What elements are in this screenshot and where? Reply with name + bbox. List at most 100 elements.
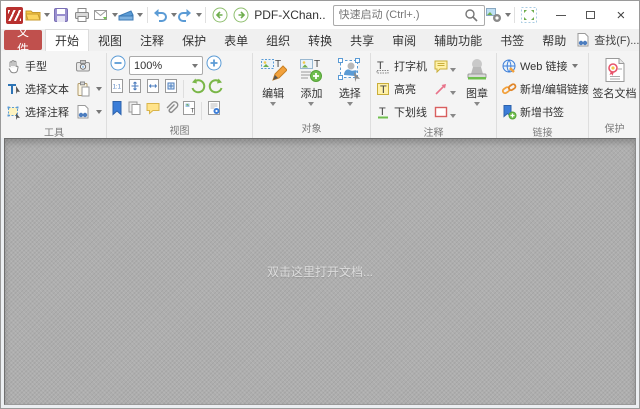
- zoom-level-combobox[interactable]: 100%: [129, 56, 203, 75]
- redo-button[interactable]: [177, 4, 202, 26]
- ribbon-tab-bar: 文件 开始 视图 注释 保护 表单 组织 转换 共享 审阅 辅助功能 书签 帮助…: [1, 29, 639, 51]
- add-bookmark-button[interactable]: 新增书签: [499, 100, 586, 123]
- print-button[interactable]: [72, 4, 92, 26]
- sign-document-icon: [601, 56, 629, 84]
- rotate-cw-button[interactable]: [208, 77, 226, 100]
- edit-object-button[interactable]: T 编辑: [255, 54, 291, 106]
- hand-tool-button[interactable]: 手型: [4, 54, 73, 77]
- tab-view[interactable]: 视图: [89, 29, 131, 51]
- camera-icon: [75, 58, 91, 74]
- group-view: 100% 1:1 T: [106, 53, 252, 138]
- maximize-button[interactable]: [576, 1, 606, 29]
- add-bookmark-icon: [501, 104, 517, 120]
- rotate-ccw-button[interactable]: [188, 77, 206, 100]
- stamp-button[interactable]: 图章: [460, 54, 494, 123]
- arrow-annot-icon: [433, 81, 449, 97]
- sticky-note-button[interactable]: [431, 54, 458, 77]
- highlight-icon: T: [375, 81, 391, 97]
- fit-width-button[interactable]: [145, 78, 161, 99]
- tab-comment[interactable]: 注释: [131, 29, 173, 51]
- select-object-icon: [336, 56, 364, 84]
- select-text-button[interactable]: 选择文本: [4, 77, 73, 100]
- thumbnails-pane-button[interactable]: [127, 100, 143, 121]
- bookmark-pane-icon: [109, 100, 125, 116]
- underline-label: 下划线: [394, 104, 427, 120]
- comment-bubble-icon: [145, 100, 161, 116]
- tab-accessibility[interactable]: 辅助功能: [425, 29, 491, 51]
- zoom-level-value: 100%: [134, 60, 162, 72]
- redo-icon: [176, 6, 194, 24]
- rect-annot-button[interactable]: [431, 100, 458, 123]
- highlight-button[interactable]: T 高亮: [373, 77, 429, 100]
- customize-ui-button[interactable]: [486, 4, 511, 26]
- tab-help[interactable]: 帮助: [533, 29, 575, 51]
- select-object-button[interactable]: 选择: [332, 54, 368, 106]
- close-button[interactable]: ×: [606, 1, 636, 29]
- email-button[interactable]: [93, 4, 118, 26]
- svg-text:T: T: [380, 84, 387, 96]
- tab-share[interactable]: 共享: [341, 29, 383, 51]
- group-label-tools: 工具: [4, 123, 104, 138]
- globe-icon: [501, 58, 517, 74]
- mail-icon: [92, 6, 110, 24]
- actual-size-button[interactable]: 1:1: [109, 78, 125, 99]
- sign-document-button[interactable]: 签名文档: [591, 54, 638, 101]
- rect-annot-icon: [433, 104, 449, 120]
- snapshot-button[interactable]: [73, 54, 104, 77]
- app-window: PDF-XChan.. × 文件 开始 视图 注释 保护 表单 组织 转换 共享…: [0, 0, 640, 409]
- note-icon: [433, 58, 449, 74]
- tab-home[interactable]: 开始: [45, 29, 89, 51]
- tab-file[interactable]: 文件: [4, 30, 42, 50]
- tab-form[interactable]: 表单: [215, 29, 257, 51]
- bookmarks-pane-button[interactable]: [109, 100, 125, 121]
- tab-review[interactable]: 审阅: [383, 29, 425, 51]
- highlight-label: 高亮: [394, 81, 416, 97]
- find-button[interactable]: 查找(F)...: [575, 32, 639, 48]
- find-tool-button[interactable]: [73, 100, 104, 123]
- web-link-label: Web 链接: [520, 58, 567, 74]
- go-back-button[interactable]: [210, 4, 230, 26]
- quick-launch-box[interactable]: [333, 5, 485, 26]
- content-pane-button[interactable]: T: [181, 100, 197, 121]
- web-link-button[interactable]: Web 链接: [499, 54, 586, 77]
- scan-button[interactable]: [118, 4, 143, 26]
- fit-page-button[interactable]: [127, 78, 143, 99]
- fit-visible-button[interactable]: [163, 78, 179, 99]
- paste-button[interactable]: [73, 77, 104, 100]
- comments-pane-button[interactable]: [145, 100, 161, 121]
- select-comments-button[interactable]: 选择注释: [4, 100, 73, 123]
- fullscreen-icon: [520, 6, 538, 24]
- tab-protect[interactable]: 保护: [173, 29, 215, 51]
- app-logo-icon: [4, 4, 24, 26]
- underline-button[interactable]: T 下划线: [373, 100, 429, 123]
- undo-button[interactable]: [151, 4, 176, 26]
- group-link: Web 链接 新增/编辑链接 新增书签 链接: [496, 53, 588, 138]
- chain-link-icon: [501, 81, 517, 97]
- rotate-ccw-icon: [188, 77, 206, 95]
- fullscreen-button[interactable]: [519, 4, 539, 26]
- open-folder-icon: [24, 6, 42, 24]
- edit-object-icon: T: [259, 56, 287, 84]
- svg-text:T: T: [191, 108, 195, 115]
- go-forward-button[interactable]: [231, 4, 251, 26]
- attachments-pane-button[interactable]: [163, 100, 179, 121]
- minimize-button[interactable]: [546, 1, 576, 29]
- divider: [205, 7, 206, 23]
- tab-convert[interactable]: 转换: [299, 29, 341, 51]
- add-edit-link-button[interactable]: 新增/编辑链接: [499, 77, 586, 100]
- quick-launch-input[interactable]: [339, 9, 463, 21]
- tab-organize[interactable]: 组织: [257, 29, 299, 51]
- arrow-annot-button[interactable]: [431, 77, 458, 100]
- hand-icon: [6, 58, 22, 74]
- zoom-out-button[interactable]: [109, 54, 127, 77]
- properties-pane-button[interactable]: [206, 100, 222, 121]
- forward-icon: [232, 6, 250, 24]
- document-area[interactable]: 双击这里打开文档...: [4, 138, 636, 405]
- tab-bookmarks[interactable]: 书签: [491, 29, 533, 51]
- find-page-icon: [575, 32, 591, 48]
- ui-options-icon: [485, 6, 503, 24]
- add-object-button[interactable]: T 添加: [293, 54, 329, 106]
- save-button[interactable]: [51, 4, 71, 26]
- zoom-in-button[interactable]: [205, 54, 223, 77]
- typewriter-button[interactable]: T 打字机: [373, 54, 429, 77]
